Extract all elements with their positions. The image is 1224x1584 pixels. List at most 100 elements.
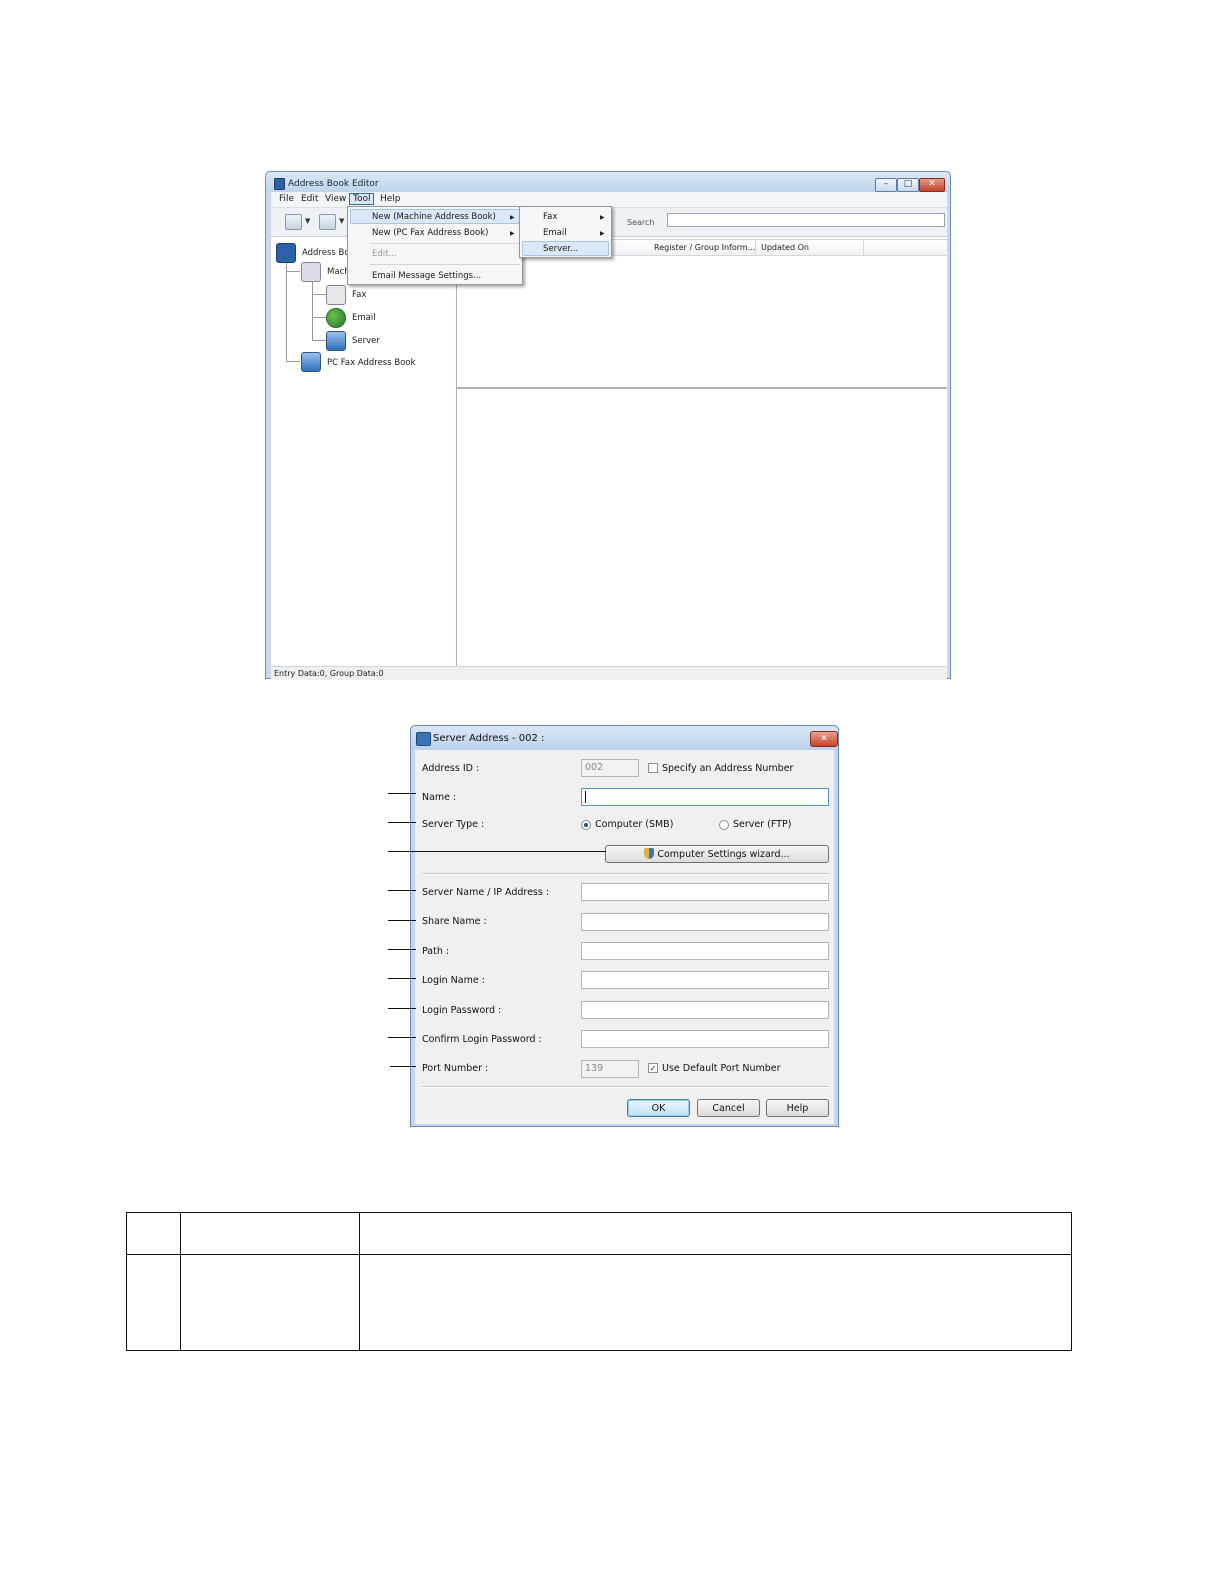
menu-item-new-pc-fax-address-book[interactable]: New (PC Fax Address Book) [372,228,488,238]
port-number-field[interactable]: 139 [581,1060,639,1078]
callout-line-server-name [388,890,416,891]
menu-view[interactable]: View [322,194,349,204]
login-name-field[interactable] [581,971,829,989]
column-divider[interactable] [755,240,756,255]
address-id-field[interactable]: 002 [581,759,639,777]
dialog-title: Server Address - 002 : [433,733,545,744]
menu-file[interactable]: File [276,194,297,204]
status-text: Entry Data:0, Group Data:0 [274,669,384,678]
dialog-body: Address ID : 002 Specify an Address Numb… [415,750,834,1124]
search-label: Search [627,218,655,227]
computer-smb-label: Computer (SMB) [595,819,674,830]
menu-tool[interactable]: Tool [349,193,375,205]
new-submenu: Fax ▶ Email ▶ Server... [519,206,612,258]
tree-connector [312,281,313,341]
ok-button[interactable]: OK [627,1099,690,1117]
dialog-title-bar[interactable]: Server Address - 002 : ✕ [411,726,838,750]
window-title: Address Book Editor [288,179,379,189]
submenu-arrow-icon: ▶ [510,230,515,237]
tree-item-email[interactable]: Email [352,313,376,323]
server-name-field[interactable] [581,883,829,901]
computer-settings-wizard-button[interactable]: Computer Settings wizard... [605,845,829,863]
entry-list-pane[interactable]: Register / Group Inform... Updated On [457,237,947,386]
address-id-label: Address ID : [422,763,480,774]
use-default-port-checkbox[interactable]: ✓ [648,1063,658,1073]
server-name-label: Server Name / IP Address : [422,887,550,898]
pc-fax-icon [301,352,321,372]
dialog-close-button[interactable]: ✕ [810,731,838,747]
menu-help[interactable]: Help [377,194,404,204]
share-name-field[interactable] [581,913,829,931]
path-label: Path : [422,946,450,957]
new-group-tool-icon[interactable] [319,214,336,230]
menu-edit[interactable]: Edit [298,194,321,204]
tree-connector [312,340,326,341]
description-table [126,1212,1072,1351]
new-entry-tool-icon[interactable] [285,214,302,230]
port-number-label: Port Number : [422,1063,489,1074]
share-name-label: Share Name : [422,916,487,927]
login-password-field[interactable] [581,1001,829,1019]
use-default-port-label: Use Default Port Number [662,1063,781,1074]
callout-line-login-password [388,1008,416,1009]
menu-item-edit: Edit... [372,249,397,259]
title-bar[interactable]: Address Book Editor – □ ✕ [266,172,950,192]
close-button[interactable]: ✕ [919,178,945,192]
tree-connector [286,361,300,362]
detail-pane [457,387,947,668]
login-password-label: Login Password : [422,1005,502,1016]
tree-pane: Address Boo Mach Fax Email Server PC Fax… [271,237,457,666]
menu-item-new-machine-address-book[interactable]: New (Machine Address Book) [372,212,496,222]
specify-address-number-checkbox[interactable] [648,763,658,773]
tree-connector [312,294,326,295]
server-ftp-radio[interactable] [719,820,729,830]
callout-line-name [388,793,416,794]
submenu-arrow-icon: ▶ [510,214,515,221]
column-divider[interactable] [863,240,864,255]
machine-icon [301,262,321,282]
callout-line-path [388,949,416,950]
table-column-divider [359,1213,360,1350]
confirm-login-password-label: Confirm Login Password : [422,1034,542,1045]
cancel-button[interactable]: Cancel [697,1099,760,1117]
help-button[interactable]: Help [766,1099,829,1117]
server-icon [326,331,346,351]
menu-item-email-message-settings[interactable]: Email Message Settings... [372,271,481,281]
computer-smb-radio[interactable] [581,820,591,830]
new-entry-dropdown-icon[interactable]: ▼ [305,217,310,225]
callout-line-confirm-password [388,1037,416,1038]
tree-item-fax[interactable]: Fax [352,290,366,300]
server-address-icon [416,732,431,746]
fax-icon [326,285,346,305]
tree-connector [286,271,300,272]
submenu-item-fax[interactable]: Fax [543,212,557,222]
callout-line-share-name [388,920,416,921]
new-group-dropdown-icon[interactable]: ▼ [339,217,344,225]
path-field[interactable] [581,942,829,960]
address-book-app-icon [274,178,285,190]
name-field[interactable] [581,788,829,806]
callout-line-login-name [388,978,416,979]
tree-item-pc-fax[interactable]: PC Fax Address Book [327,358,416,368]
wizard-button-label: Computer Settings wizard... [657,849,790,860]
uac-shield-icon [644,848,655,859]
callout-line-port-number [390,1066,416,1067]
text-caret [585,791,586,803]
column-updated-on[interactable]: Updated On [761,243,809,252]
callout-line-server-type [388,822,416,823]
submenu-arrow-icon: ▶ [600,230,605,237]
email-icon [326,308,346,328]
status-bar: Entry Data:0, Group Data:0 [271,666,947,680]
server-address-dialog: Server Address - 002 : ✕ Address ID : 00… [410,725,839,1127]
submenu-item-server[interactable]: Server... [543,244,578,254]
confirm-login-password-field[interactable] [581,1030,829,1048]
search-input[interactable] [667,213,945,227]
menu-separator [370,264,520,265]
maximize-button[interactable]: □ [897,178,919,192]
login-name-label: Login Name : [422,975,485,986]
submenu-item-email[interactable]: Email [543,228,567,238]
minimize-button[interactable]: – [875,178,897,192]
tree-item-server[interactable]: Server [352,336,380,346]
table-header-divider [127,1254,1071,1255]
column-register-group[interactable]: Register / Group Inform... [654,243,755,252]
